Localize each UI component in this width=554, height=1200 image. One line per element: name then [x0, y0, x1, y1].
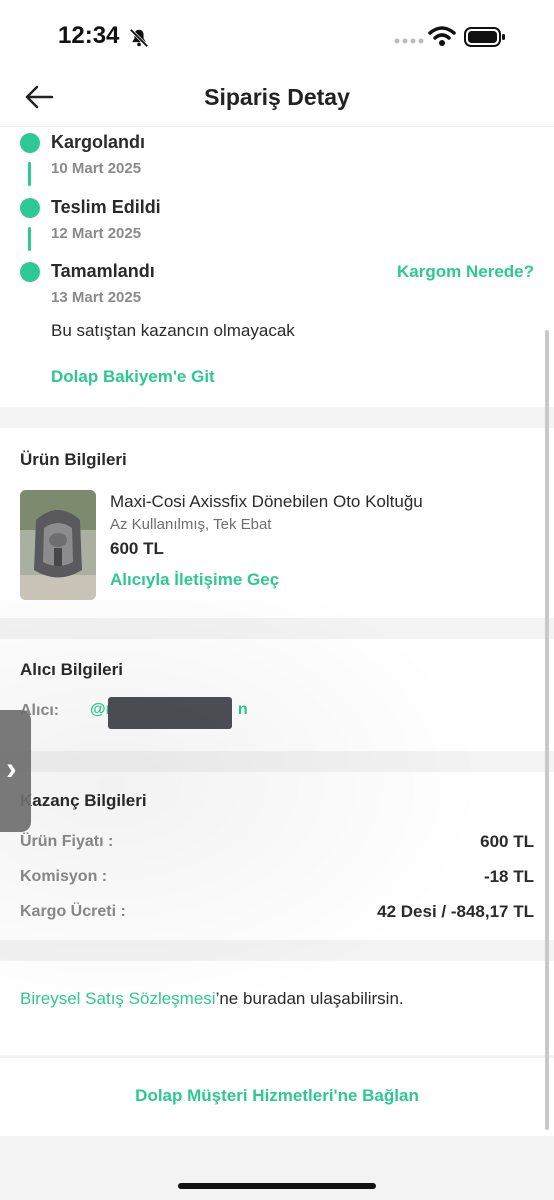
product-condition: Az Kullanılmış, Tek Ebat [110, 516, 272, 533]
earnings-section-title: Kazanç Bilgileri [20, 791, 147, 810]
bell-off-icon [129, 28, 149, 48]
product-section-title: Ürün Bilgileri [20, 450, 127, 469]
section-divider [0, 940, 554, 961]
timeline-step-date: 13 Mart 2025 [51, 289, 142, 306]
timeline-dot [20, 133, 40, 153]
earnings-row-label: Ürün Fiyatı : [20, 833, 114, 850]
buyer-section [0, 639, 554, 751]
section-divider [0, 407, 554, 428]
contract-rest: ’ne buradan ulaşabilirsin. [215, 989, 404, 1008]
product-price: 600 TL [110, 539, 164, 558]
timeline-step-date: 12 Mart 2025 [51, 225, 142, 242]
buyer-section-title: Alıcı Bilgileri [20, 660, 123, 679]
earnings-row-value: 42 Desi / -848,17 TL [377, 902, 534, 921]
section-divider [0, 751, 554, 772]
earnings-row-value: 600 TL [480, 832, 534, 851]
where-is-my-cargo-link[interactable]: Kargom Nerede? [397, 262, 534, 282]
no-earnings-text: Bu satıştan kazancın olmayacak [51, 321, 295, 340]
home-indicator[interactable] [178, 1183, 376, 1189]
product-image[interactable] [20, 490, 96, 600]
order-timeline: Kargolandı 10 Mart 2025 Teslim Edildi 12… [0, 127, 554, 407]
contact-buyer-link[interactable]: Alıcıyla İletişime Geç [110, 570, 279, 590]
timeline-dot [20, 262, 40, 282]
timeline-connector [28, 227, 31, 251]
timeline-connector [28, 162, 31, 186]
product-name: Maxi-Cosi Axissfix Dönebilen Oto Koltuğu [110, 492, 423, 511]
earnings-row-label: Komisyon : [20, 868, 108, 885]
timeline-step-date: 10 Mart 2025 [51, 160, 142, 177]
timeline-step-title: Tamamlandı [51, 261, 155, 281]
nav-bar: Sipariş Detay [0, 70, 554, 127]
battery-icon [464, 27, 505, 47]
contract-text: Bireysel Satış Sözleşmesi’ne buradan ula… [20, 989, 404, 1009]
section-divider [0, 618, 554, 639]
chevron-right-icon: › [6, 750, 17, 786]
buyer-handle-suffix: n [237, 701, 248, 718]
status-bar: 12:34 [0, 0, 554, 70]
earnings-row-value: -18 TL [483, 867, 534, 886]
scrollbar[interactable] [545, 330, 549, 1130]
redaction-block [108, 697, 232, 729]
earnings-row-label: Kargo Ücreti : [20, 903, 126, 920]
timeline-step-title: Kargolandı [51, 132, 146, 152]
bottom-area [0, 1136, 554, 1200]
wifi-icon [428, 26, 456, 46]
customer-service-link[interactable]: Dolap Müşteri Hizmetleri'ne Bağlan [0, 1086, 554, 1106]
status-time: 12:34 [58, 22, 120, 49]
timeline-dot [20, 198, 40, 218]
contract-link[interactable]: Bireysel Satış Sözleşmesi [20, 989, 216, 1008]
page-title: Sipariş Detay [204, 84, 350, 110]
timeline-step-title: Teslim Edildi [51, 197, 161, 217]
side-panel-handle[interactable]: › [0, 710, 31, 832]
balance-link[interactable]: Dolap Bakiyem'e Git [51, 367, 215, 387]
signal-dots-icon [394, 38, 424, 44]
